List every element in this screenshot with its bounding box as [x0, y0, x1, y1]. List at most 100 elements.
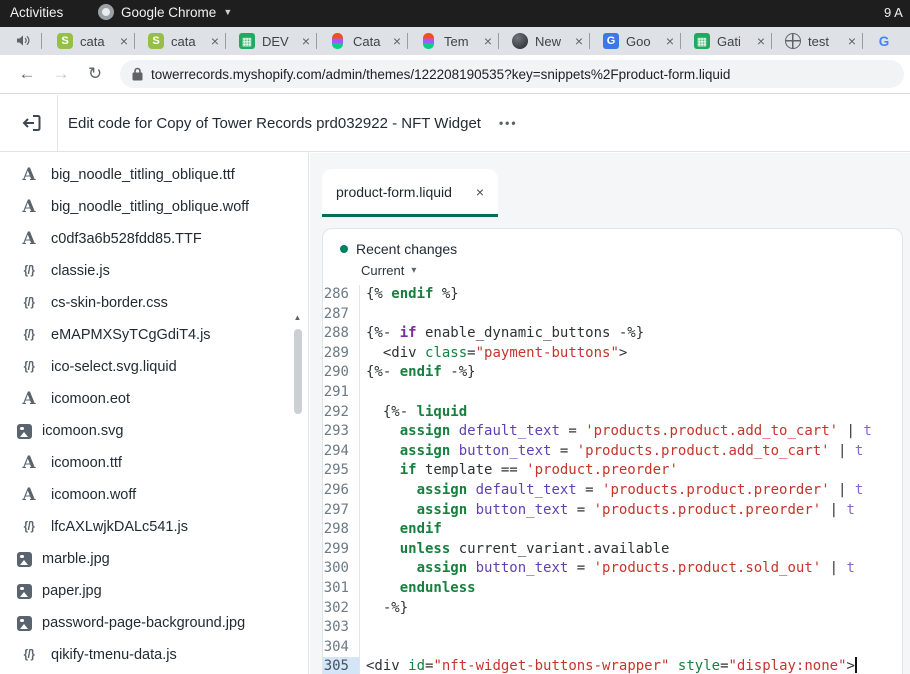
code-line[interactable]: assign default_text = 'products.product.… — [366, 422, 902, 442]
image-file-icon — [17, 552, 32, 567]
browser-tab[interactable]: Gati × — [681, 27, 772, 55]
code-line[interactable]: <div class="payment-buttons"> — [366, 344, 902, 364]
file-item[interactable]: icomoon.ttf — [0, 447, 308, 479]
tab-close-icon[interactable]: × — [666, 33, 674, 49]
tab-close-icon[interactable]: × — [848, 33, 856, 49]
file-item[interactable]: eMAPMXSyTCgGdiT4.js — [0, 319, 308, 351]
file-name: icomoon.woff — [51, 487, 136, 503]
scrollbar-thumb[interactable] — [294, 329, 302, 414]
browser-tab[interactable]: cata × — [135, 27, 226, 55]
file-item[interactable]: icomoon.eot — [0, 383, 308, 415]
line-number: 286 — [323, 285, 359, 305]
code-line[interactable]: assign button_text = 'products.product.a… — [366, 442, 902, 462]
font-file-icon — [17, 485, 41, 505]
address-bar[interactable]: towerrecords.myshopify.com/admin/themes/… — [120, 60, 904, 88]
code-line[interactable]: {%- liquid — [366, 403, 902, 423]
file-item[interactable]: big_noodle_titling_oblique.ttf — [0, 159, 308, 191]
version-dropdown[interactable]: Current ▾ — [361, 262, 886, 279]
browser-tab[interactable]: Cata × — [317, 27, 408, 55]
code-line[interactable] — [366, 305, 902, 325]
code-line[interactable]: {%- endif -%} — [366, 363, 902, 383]
figma-icon — [332, 33, 343, 49]
code-line[interactable]: if template == 'product.preorder' — [366, 461, 902, 481]
browser-tab[interactable]: DEV × — [226, 27, 317, 55]
browser-tab[interactable]: cata × — [44, 27, 135, 55]
code-line[interactable] — [366, 638, 902, 658]
code-line[interactable]: -%} — [366, 599, 902, 619]
code-area: 2862872882892902912922932942952962972982… — [323, 285, 902, 674]
reload-button[interactable]: ↻ — [78, 64, 112, 84]
editor-tab-close-icon[interactable]: × — [476, 184, 484, 200]
code-line[interactable]: {%- if enable_dynamic_buttons -%} — [366, 324, 902, 344]
tab-close-icon[interactable]: × — [211, 33, 219, 49]
tab-title: test — [808, 34, 844, 49]
back-button[interactable]: ← — [10, 64, 44, 84]
tab-title: Gati — [717, 34, 753, 49]
code-line[interactable] — [366, 618, 902, 638]
font-file-icon — [17, 229, 41, 249]
file-name: icomoon.ttf — [51, 455, 122, 471]
file-name: lfcAXLwjkDALc541.js — [51, 519, 188, 535]
image-file-icon — [17, 584, 32, 599]
code-line[interactable] — [366, 383, 902, 403]
file-item[interactable]: qikify-tmenu-data.js — [0, 639, 308, 671]
chrome-icon — [98, 4, 114, 20]
file-item[interactable]: classie.js — [0, 255, 308, 287]
code-line[interactable]: unless current_variant.available — [366, 540, 902, 560]
font-file-icon — [17, 389, 41, 409]
browser-tab[interactable]: New × — [499, 27, 590, 55]
browser-tab[interactable]: test × — [772, 27, 863, 55]
file-item[interactable]: big_noodle_titling_oblique.woff — [0, 191, 308, 223]
exit-code-editor-button[interactable] — [21, 112, 43, 134]
browser-tab[interactable]: × — [863, 27, 910, 55]
file-name: password-page-background.jpg — [42, 615, 245, 631]
activities-button[interactable]: Activities — [10, 5, 63, 20]
line-number: 291 — [323, 383, 359, 403]
ubuntu-top-bar: Activities Google Chrome ▼ 9 A — [0, 0, 910, 27]
file-item[interactable]: ico-select.svg.liquid — [0, 351, 308, 383]
code-line[interactable]: assign button_text = 'products.product.s… — [366, 559, 902, 579]
code-line[interactable]: endif — [366, 520, 902, 540]
more-actions-button[interactable]: ••• — [499, 116, 518, 130]
line-number: 296 — [323, 481, 359, 501]
editor-file-tab[interactable]: product-form.liquid × — [322, 169, 498, 214]
file-item[interactable]: marble.jpg — [0, 543, 308, 575]
sheets-icon — [694, 33, 710, 49]
app-menu[interactable]: Google Chrome ▼ — [98, 4, 232, 20]
code-line[interactable]: <div id="nft-widget-buttons-wrapper" sty… — [366, 657, 902, 674]
browser-tab[interactable]: Tem × — [408, 27, 499, 55]
line-number: 300 — [323, 559, 359, 579]
scroll-up-icon[interactable]: ▲ — [291, 311, 304, 325]
code-line[interactable]: assign default_text = 'products.product.… — [366, 481, 902, 501]
tab-title: cata — [80, 34, 116, 49]
tab-separator — [41, 33, 42, 49]
code-line[interactable]: {% endif %} — [366, 285, 902, 305]
tab-close-icon[interactable]: × — [393, 33, 401, 49]
file-item[interactable]: cs-skin-border.css — [0, 287, 308, 319]
tab-close-icon[interactable]: × — [302, 33, 310, 49]
tab-close-icon[interactable]: × — [757, 33, 765, 49]
file-item[interactable]: icomoon.woff — [0, 479, 308, 511]
forward-button[interactable]: → — [44, 64, 78, 84]
newtab-icon — [512, 33, 528, 49]
file-item[interactable]: paper.jpg — [0, 575, 308, 607]
tab-close-icon[interactable]: × — [120, 33, 128, 49]
code-line[interactable]: assign button_text = 'products.product.p… — [366, 501, 902, 521]
chevron-down-icon: ▾ — [411, 265, 416, 276]
browser-tabs: cata × cata × DEV × Cata × Tem × New × G… — [44, 27, 910, 55]
file-item[interactable]: password-page-background.jpg — [0, 607, 308, 639]
line-number: 299 — [323, 540, 359, 560]
sheets-icon — [239, 33, 255, 49]
font-file-icon — [17, 197, 41, 217]
line-number: 297 — [323, 501, 359, 521]
file-item[interactable]: c0df3a6b528fdd85.TTF — [0, 223, 308, 255]
tab-close-icon[interactable]: × — [484, 33, 492, 49]
file-name: classie.js — [51, 263, 110, 279]
tab-close-icon[interactable]: × — [575, 33, 583, 49]
url-text: towerrecords.myshopify.com/admin/themes/… — [151, 67, 730, 82]
shopify-icon — [57, 33, 73, 49]
file-item[interactable]: lfcAXLwjkDALc541.js — [0, 511, 308, 543]
code-line[interactable]: endunless — [366, 579, 902, 599]
browser-tab[interactable]: Goo × — [590, 27, 681, 55]
file-item[interactable]: icomoon.svg — [0, 415, 308, 447]
